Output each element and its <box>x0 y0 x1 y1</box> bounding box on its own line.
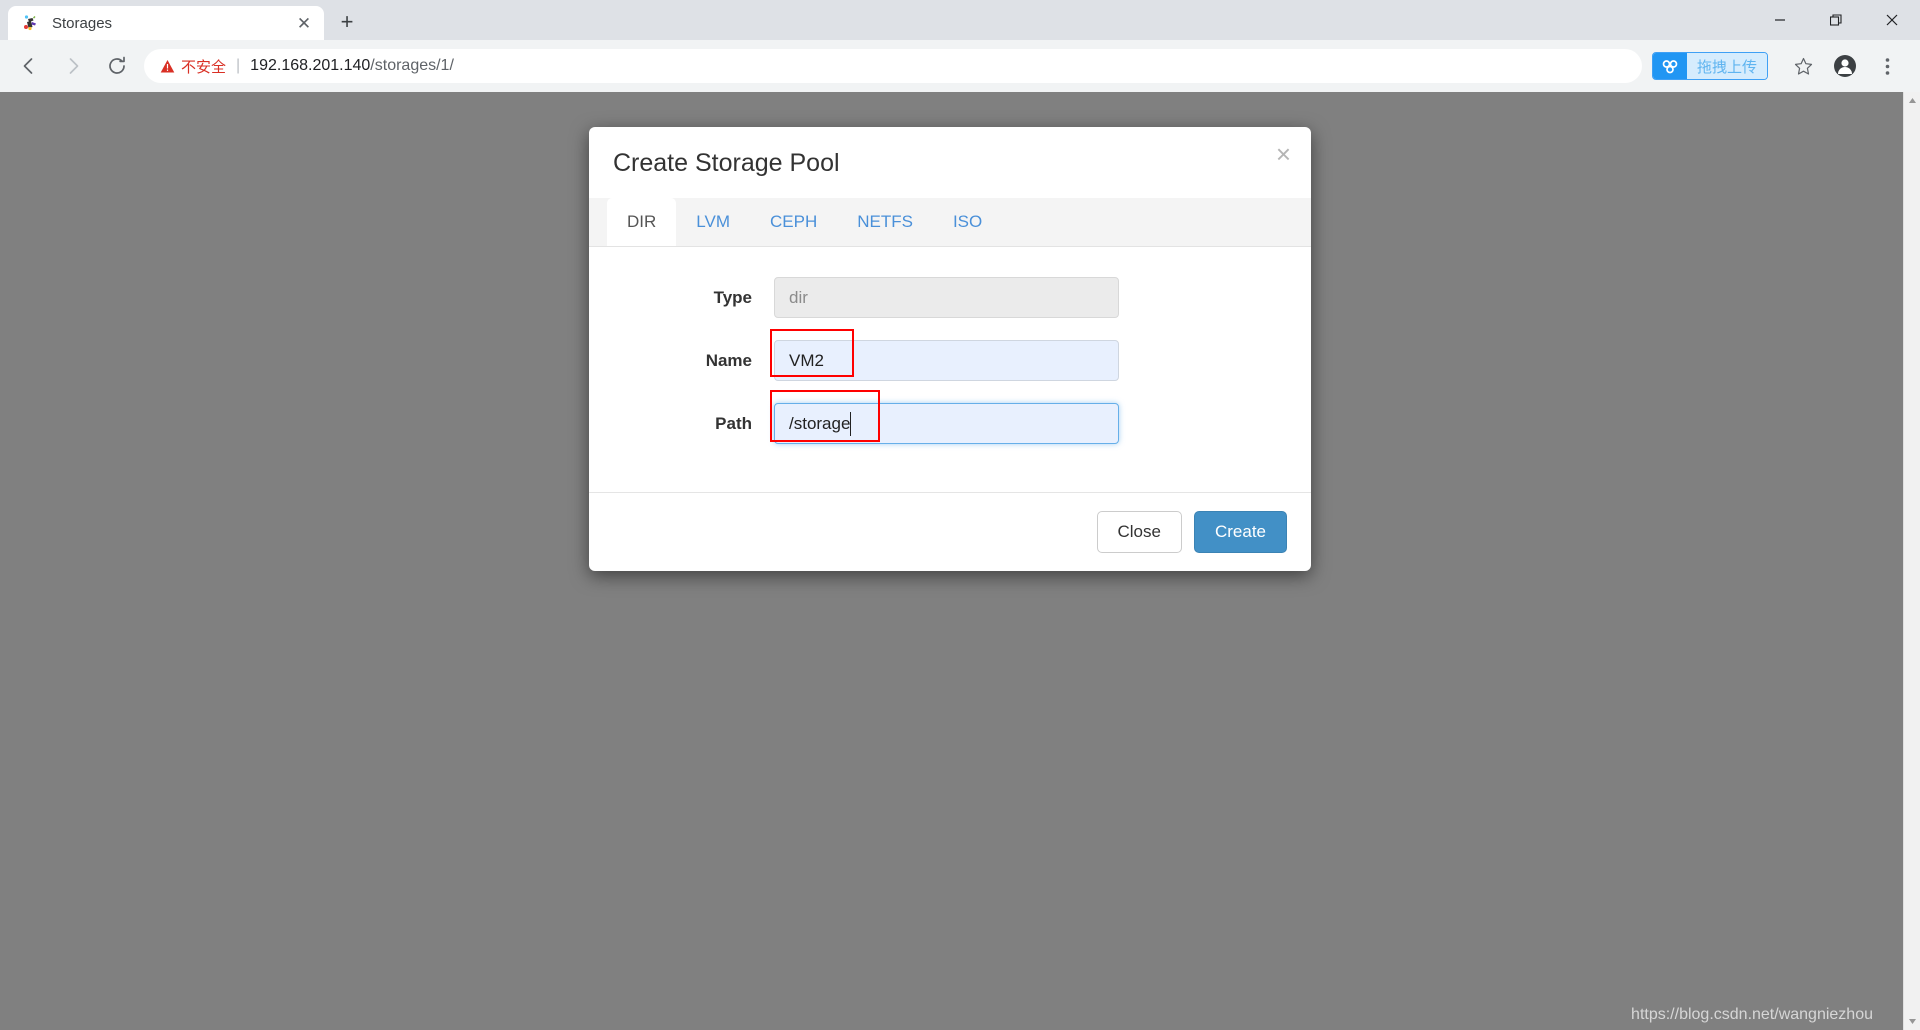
scroll-down-icon[interactable] <box>1904 1013 1920 1030</box>
extension-label: 拖拽上传 <box>1686 53 1767 79</box>
url-host: 192.168.201.140 <box>250 57 371 74</box>
web-page: WebVirtMgr Infrastructure Sign out 192.1… <box>0 92 1903 1030</box>
forward-icon[interactable] <box>56 49 90 83</box>
tab-iso[interactable]: ISO <box>933 198 1002 246</box>
tab-close-icon[interactable]: ✕ <box>294 13 314 33</box>
modal-title: Create Storage Pool <box>613 149 840 177</box>
tab-label: LVM <box>696 212 730 231</box>
path-label: Path <box>715 413 752 433</box>
modal-body: Type Name Path <box>589 247 1311 492</box>
browser-toolbar: 不安全 | 192.168.201.140/storages/1/ 拖拽上传 <box>0 40 1920 92</box>
tab-title: Storages <box>52 14 113 32</box>
minimize-button[interactable] <box>1752 0 1808 40</box>
form-row-path: Path <box>589 390 1311 444</box>
baidu-netdisk-extension[interactable]: 拖拽上传 <box>1651 52 1768 80</box>
baidu-netdisk-icon <box>1652 53 1687 79</box>
reload-icon[interactable] <box>100 49 134 83</box>
omnibox-separator: | <box>236 57 241 74</box>
tab-label: DIR <box>627 212 657 231</box>
modal-close-icon[interactable]: × <box>1276 141 1291 167</box>
path-input[interactable] <box>774 403 1119 444</box>
bookmark-star-icon[interactable] <box>1786 49 1820 83</box>
text-caret <box>850 412 851 436</box>
app-favicon <box>22 14 40 32</box>
create-storage-pool-dialog: Create Storage Pool × DIR LVM CEPH NETFS <box>589 127 1311 571</box>
type-input <box>774 277 1119 318</box>
form-row-type: Type <box>589 277 1311 318</box>
close-button[interactable]: Close <box>1096 511 1182 553</box>
page-viewport: WebVirtMgr Infrastructure Sign out 192.1… <box>0 92 1920 1030</box>
browser-window: Storages ✕ + 不安全 | 192.168.201.140/stora… <box>0 0 1920 1030</box>
tab-label: CEPH <box>769 212 818 231</box>
page-scrollbar[interactable] <box>1903 92 1920 1030</box>
insecure-warning-text: 不安全 <box>181 58 227 76</box>
window-controls <box>1752 0 1920 40</box>
tab-dir[interactable]: DIR <box>607 198 677 246</box>
toolbar-right-group: 拖拽上传 <box>1651 49 1908 83</box>
form-row-name: Name <box>589 329 1311 381</box>
maximize-button[interactable] <box>1808 0 1864 40</box>
modal-header: Create Storage Pool × <box>589 127 1311 198</box>
create-button[interactable]: Create <box>1193 511 1287 553</box>
storage-type-tabs: DIR LVM CEPH NETFS ISO <box>589 198 1311 247</box>
address-bar[interactable]: 不安全 | 192.168.201.140/storages/1/ <box>144 49 1642 83</box>
scroll-up-icon[interactable] <box>1904 92 1920 109</box>
watermark-text: https://blog.csdn.net/wangniezhou <box>1631 1006 1873 1023</box>
browser-tab[interactable]: Storages ✕ <box>8 6 324 40</box>
back-icon[interactable] <box>12 49 46 83</box>
browser-menu-icon[interactable] <box>1870 49 1904 83</box>
type-label: Type <box>713 287 752 307</box>
profile-avatar-icon[interactable] <box>1828 49 1862 83</box>
insecure-warning-icon <box>160 59 175 74</box>
new-tab-button[interactable]: + <box>330 5 364 39</box>
tab-ceph[interactable]: CEPH <box>750 198 837 246</box>
tab-netfs[interactable]: NETFS <box>837 198 933 246</box>
tab-lvm[interactable]: LVM <box>676 198 750 246</box>
name-input[interactable] <box>774 340 1119 381</box>
browser-titlebar: Storages ✕ + <box>0 0 1920 40</box>
url-path: /storages/1/ <box>370 57 454 74</box>
name-label: Name <box>705 350 752 370</box>
close-window-button[interactable] <box>1864 0 1920 40</box>
modal-footer: Close Create <box>589 492 1311 571</box>
tab-label: ISO <box>952 212 983 231</box>
tab-label: NETFS <box>857 212 913 231</box>
